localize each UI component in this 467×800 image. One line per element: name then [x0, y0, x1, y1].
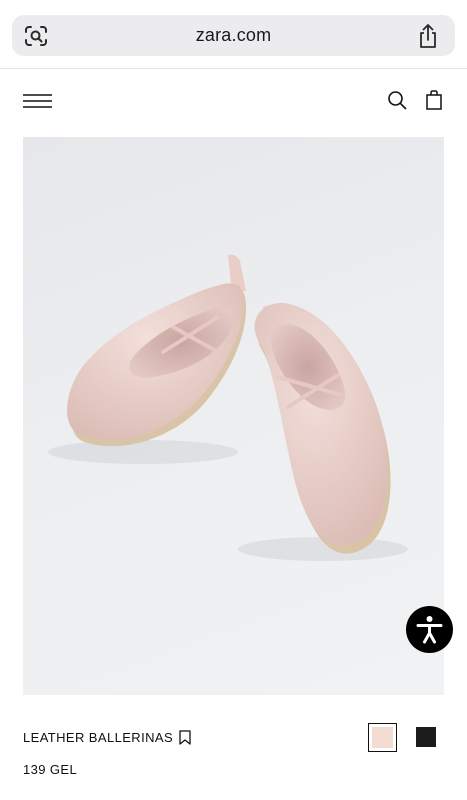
address-bar[interactable]: zara.com	[12, 15, 455, 56]
product-price: 139 GEL	[23, 762, 78, 777]
product-image[interactable]	[23, 137, 444, 695]
header-divider	[0, 68, 467, 69]
color-swatch-black[interactable]	[416, 727, 436, 747]
shopping-bag-icon[interactable]	[426, 90, 442, 110]
right-shoe	[254, 302, 391, 554]
menu-icon[interactable]	[23, 93, 52, 109]
search-icon[interactable]	[387, 90, 407, 110]
share-icon[interactable]	[417, 23, 439, 49]
visual-search-icon[interactable]	[24, 25, 48, 47]
bookmark-icon[interactable]	[179, 730, 191, 745]
color-chip-pink	[372, 727, 393, 748]
accessibility-button[interactable]	[406, 606, 453, 653]
product-name: LEATHER BALLERINAS	[23, 730, 174, 745]
accessibility-icon	[416, 616, 443, 644]
url-text[interactable]: zara.com	[12, 15, 455, 56]
color-swatch-pink[interactable]	[368, 723, 397, 752]
left-shoe	[67, 254, 246, 447]
